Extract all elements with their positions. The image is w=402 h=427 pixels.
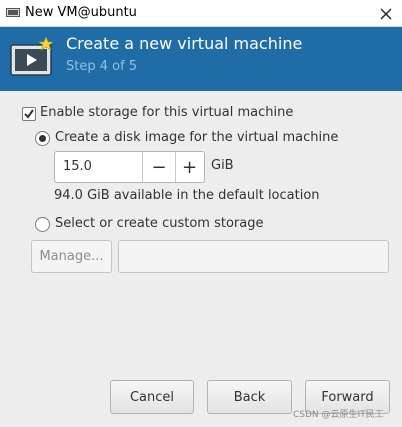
disk-size-value[interactable]: 15.0 xyxy=(63,159,92,174)
virt-manager-app-icon xyxy=(6,8,20,17)
close-button[interactable] xyxy=(372,0,400,27)
disk-size-spinbutton[interactable]: 15.0 − + xyxy=(54,151,205,183)
increase-size-button[interactable]: + xyxy=(175,152,204,182)
window-title: New VM@ubuntu xyxy=(25,5,137,20)
wizard-banner: Create a new virtual machine Step 4 of 5 xyxy=(0,27,402,91)
disk-image-radio[interactable] xyxy=(35,131,50,146)
back-button[interactable]: Back xyxy=(207,380,292,414)
close-icon xyxy=(380,8,392,19)
custom-storage-radio[interactable] xyxy=(35,217,50,232)
cancel-button[interactable]: Cancel xyxy=(110,380,194,414)
disk-image-label: Create a disk image for the virtual mach… xyxy=(55,130,339,145)
enable-storage-label: Enable storage for this virtual machine xyxy=(40,105,294,120)
custom-storage-label: Select or create custom storage xyxy=(55,216,264,231)
manage-button[interactable]: Manage... xyxy=(31,240,112,273)
enable-storage-checkbox[interactable] xyxy=(22,107,36,121)
window-titlebar: New VM@ubuntu xyxy=(0,0,402,27)
decrease-size-button[interactable]: − xyxy=(143,152,175,182)
checkmark-icon xyxy=(24,109,34,119)
wizard-step-indicator: Step 4 of 5 xyxy=(66,59,138,74)
storage-path-input[interactable] xyxy=(118,240,389,273)
watermark-text: CSDN @云原生IT民工 xyxy=(293,410,384,420)
available-space-text: 94.0 GiB available in the default locati… xyxy=(54,188,320,203)
new-vm-icon xyxy=(10,36,54,76)
size-unit-label: GiB xyxy=(211,158,234,173)
wizard-heading: Create a new virtual machine xyxy=(66,34,303,53)
